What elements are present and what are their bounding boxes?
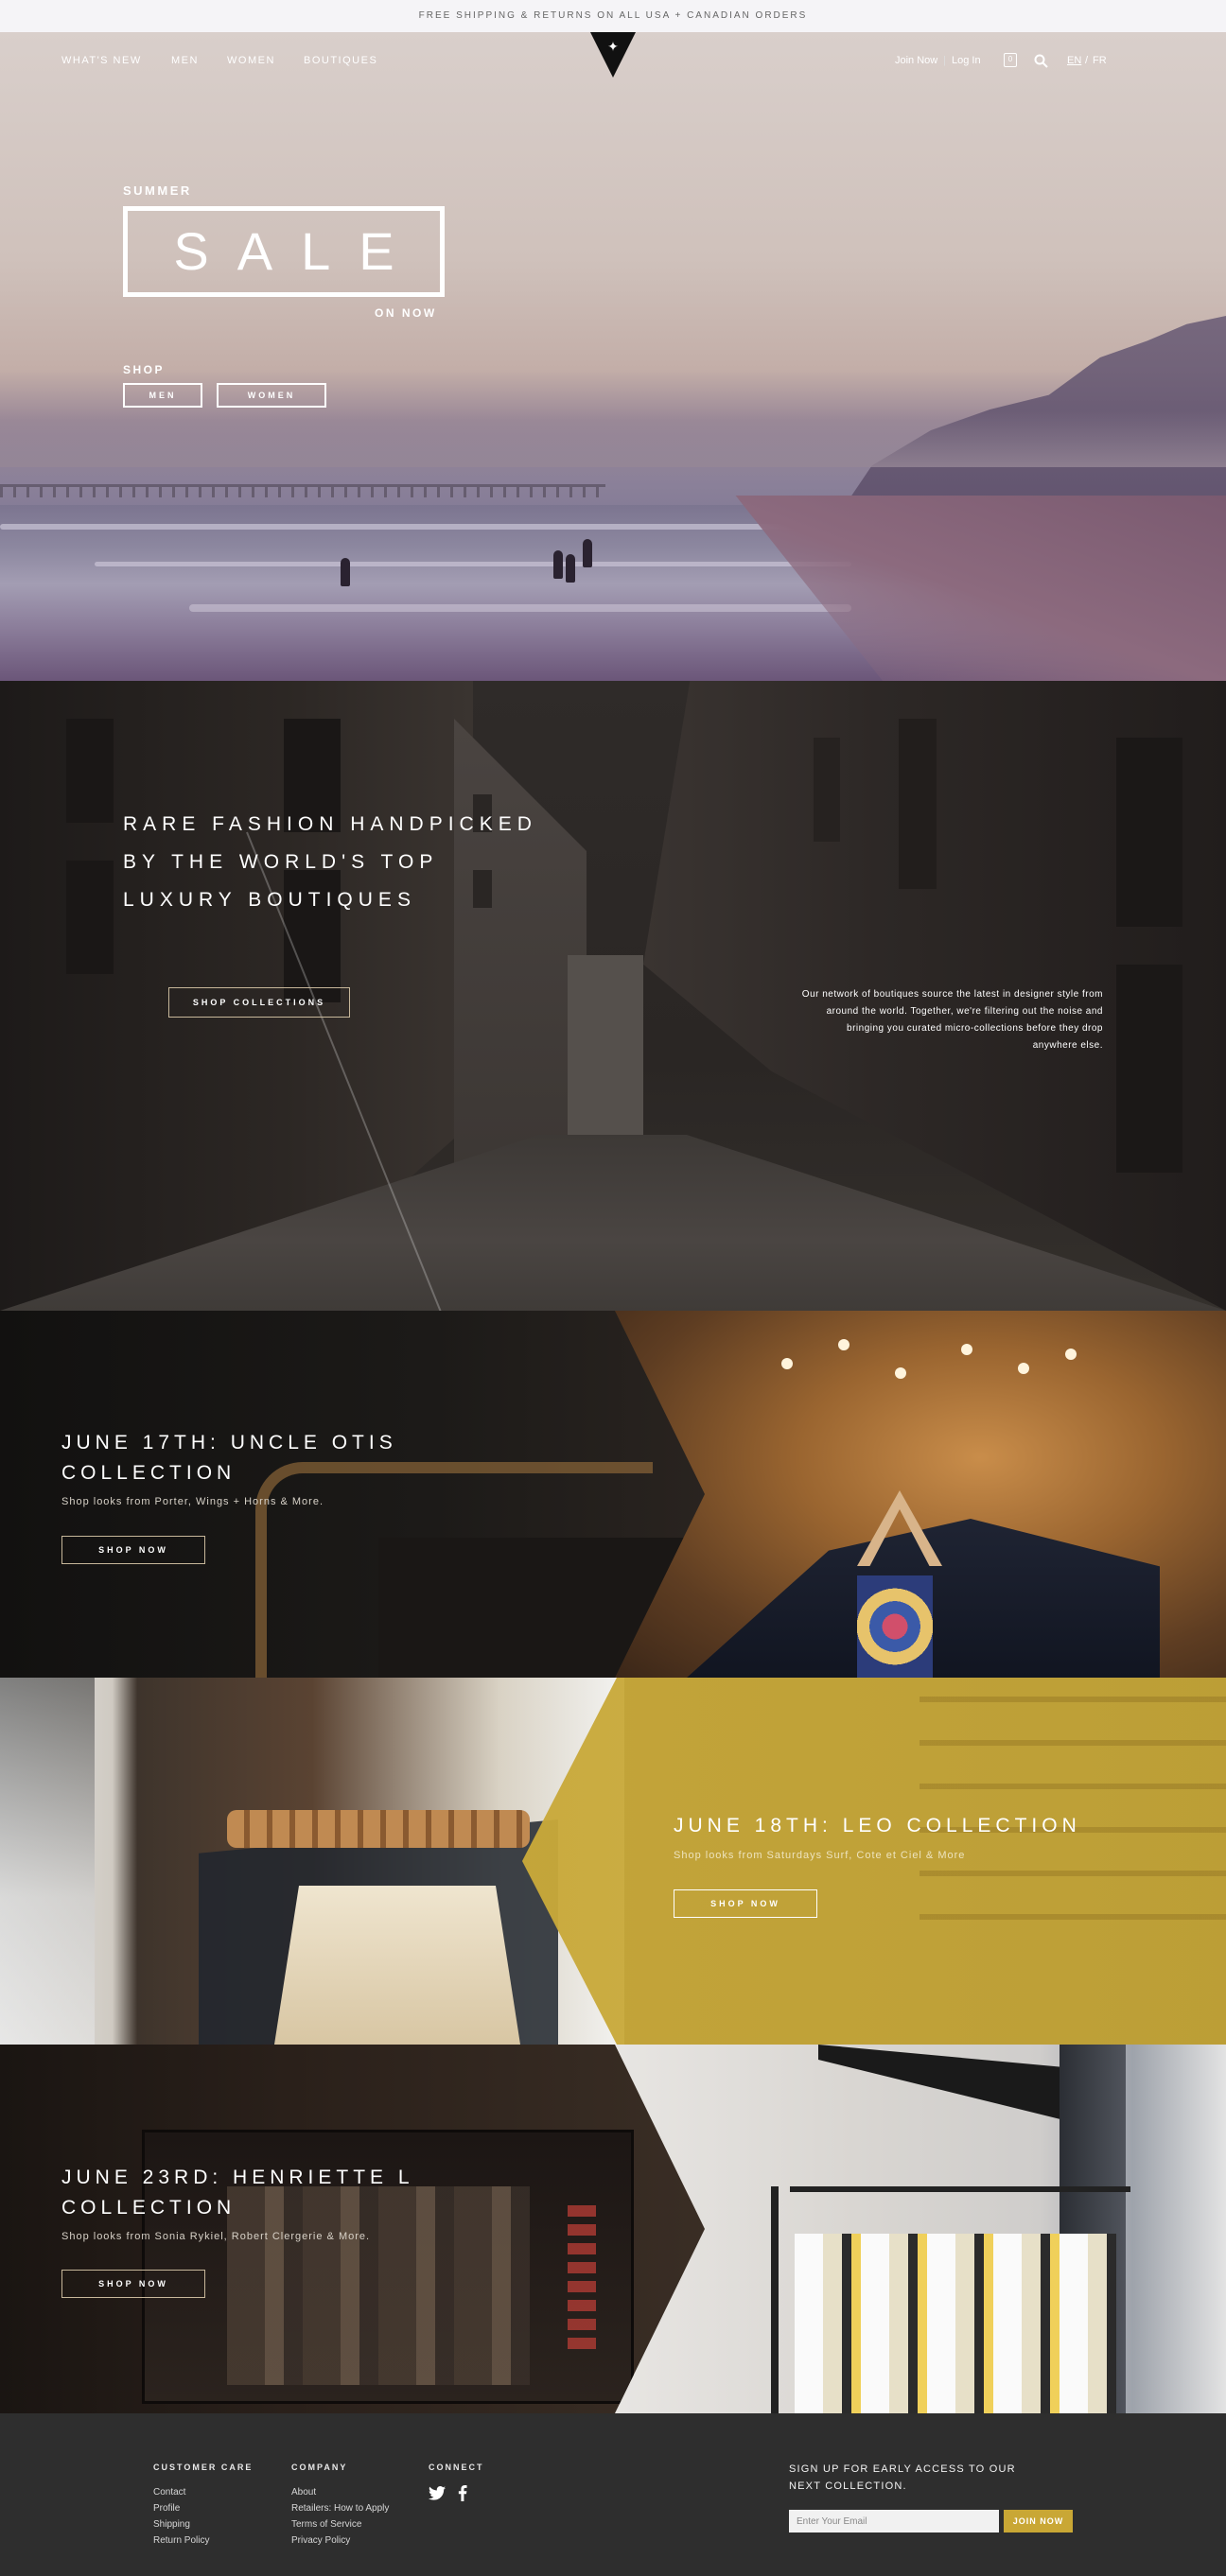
boutiques-description: Our network of boutiques source the late… [801, 989, 1103, 1051]
join-now-button[interactable]: JOIN NOW [1004, 2510, 1073, 2532]
footer-link-return-policy[interactable]: Return Policy [153, 2535, 209, 2546]
signup-text: SIGN UP FOR EARLY ACCESS TO OUR NEXT COL… [789, 2463, 1016, 2492]
collection-1-title: JUNE 17TH: UNCLE OTIS COLLECTION [61, 1432, 397, 1484]
cart-count: 0 [1007, 55, 1013, 63]
hero-banner [0, 32, 1226, 681]
footer-link-about[interactable]: About [291, 2487, 316, 2498]
collection-2-shop-now-button[interactable]: SHOP NOW [674, 1889, 817, 1918]
footer-link-profile[interactable]: Profile [153, 2503, 180, 2514]
connect-heading: CONNECT [429, 2463, 484, 2472]
shop-collections-button[interactable]: SHOP COLLECTIONS [168, 987, 350, 1018]
collection-3-title: JUNE 23RD: HENRIETTE L COLLECTION [61, 2167, 414, 2219]
nav-women[interactable]: WOMEN [227, 55, 275, 66]
sale-title: SALE [123, 206, 445, 297]
nav-divider: | [943, 55, 946, 66]
sale-on-now: ON NOW [375, 306, 437, 320]
announcement-bar: FREE SHIPPING & RETURNS ON ALL USA + CAN… [0, 0, 1226, 32]
hero-shop-label: SHOP [123, 363, 166, 376]
site-footer: CUSTOMER CARE Contact Profile Shipping R… [0, 2413, 1226, 2576]
cart-icon[interactable]: 0 [1004, 53, 1017, 67]
collection-1-shop-now-button[interactable]: SHOP NOW [61, 1536, 205, 1564]
boutiques-title: RARE FASHION HANDPICKED BY THE WORLD'S T… [123, 813, 537, 911]
collection-panel [0, 1311, 705, 1678]
footer-link-contact[interactable]: Contact [153, 2487, 185, 2498]
sale-kicker: SUMMER [123, 183, 192, 198]
facebook-icon[interactable] [458, 2485, 467, 2501]
shop-women-button[interactable]: WOMEN [217, 383, 326, 408]
log-in-link[interactable]: Log In [952, 55, 981, 66]
collection-leo [0, 1678, 1226, 2045]
customer-care-heading: CUSTOMER CARE [153, 2463, 254, 2472]
collection-3-shop-now-button[interactable]: SHOP NOW [61, 2270, 205, 2298]
collection-2-title: JUNE 18TH: LEO COLLECTION [674, 1815, 1081, 1836]
footer-link-retailers[interactable]: Retailers: How to Apply [291, 2503, 389, 2514]
collection-1-subtitle: Shop looks from Porter, Wings + Horns & … [61, 1496, 324, 1507]
brand-logo[interactable]: ✦ [590, 32, 636, 78]
collection-2-subtitle: Shop looks from Saturdays Surf, Cote et … [674, 1850, 966, 1861]
footer-link-terms[interactable]: Terms of Service [291, 2519, 361, 2530]
collection-henriette-l [0, 2045, 1226, 2413]
footer-link-privacy[interactable]: Privacy Policy [291, 2535, 350, 2546]
lang-fr[interactable]: FR [1093, 55, 1107, 66]
surfer-figure [553, 550, 563, 579]
lang-separator: / [1085, 55, 1089, 66]
announcement-text: FREE SHIPPING & RETURNS ON ALL USA + CAN… [418, 10, 808, 21]
shop-men-button[interactable]: MEN [123, 383, 202, 408]
surfer-figure [583, 539, 592, 567]
collection-3-subtitle: Shop looks from Sonia Rykiel, Robert Cle… [61, 2231, 371, 2242]
join-now-link[interactable]: Join Now [895, 55, 937, 66]
collection-uncle-otis [0, 1311, 1226, 1678]
pier-scenery [0, 484, 605, 497]
email-input[interactable] [789, 2510, 999, 2532]
collection-panel [0, 2045, 705, 2413]
footer-link-shipping[interactable]: Shipping [153, 2519, 190, 2530]
lang-en[interactable]: EN [1067, 55, 1081, 66]
search-icon[interactable] [1034, 54, 1048, 68]
collection-panel [522, 1678, 1226, 2045]
nav-men[interactable]: MEN [171, 55, 199, 66]
twitter-icon[interactable] [429, 2486, 446, 2500]
nav-whats-new[interactable]: WHAT'S NEW [61, 55, 142, 66]
surfer-figure [566, 554, 575, 583]
nav-boutiques[interactable]: BOUTIQUES [304, 55, 377, 66]
sale-callout: SUMMER SALE ON NOW [123, 183, 445, 320]
company-heading: COMPANY [291, 2463, 348, 2472]
svg-text:✦: ✦ [607, 41, 619, 55]
surfer-figure [341, 558, 350, 586]
